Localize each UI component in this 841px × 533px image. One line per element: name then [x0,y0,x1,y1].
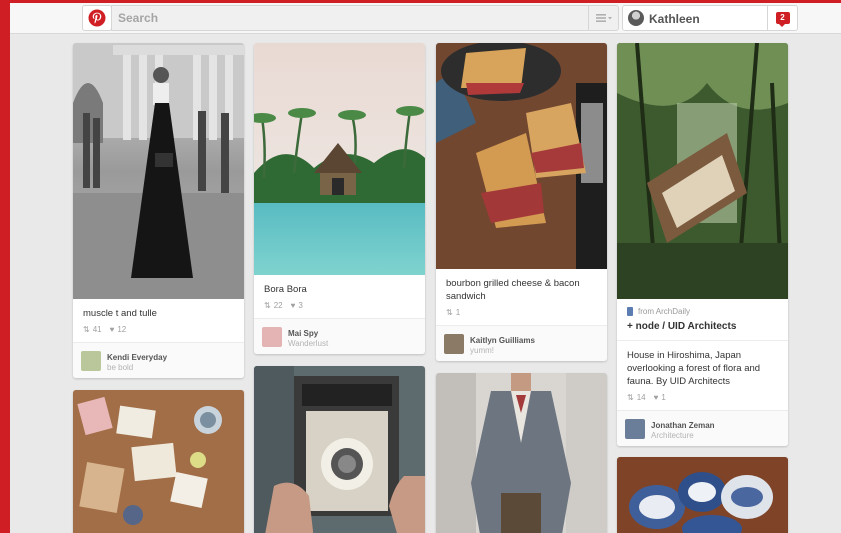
camera-photo [254,366,425,533]
board-name: Architecture [651,431,694,440]
pin-stats: ⇅ 1 [436,305,607,325]
pin-description: muscle t and tulle [83,308,157,319]
notifications-button[interactable]: 2 [767,6,797,30]
avatar [444,334,464,354]
pin-card[interactable] [73,390,244,533]
pinner-name: Kendi Everyday [107,353,168,362]
fashion-photo [73,43,244,299]
pin-image[interactable] [73,390,244,533]
pinner-name: Mai Spy [288,329,319,338]
repin-count: 22 [273,301,283,310]
repin-icon: ⇅ [264,301,271,310]
search-input[interactable] [112,6,572,30]
pin-description: Bora Bora [264,284,307,295]
category-menu-button[interactable] [588,6,618,30]
source-title[interactable]: + node / UID Architects [617,316,788,341]
bowls-photo [617,457,788,533]
repin-count: 41 [92,325,102,334]
board-name: yumm! [470,346,494,355]
pin-image[interactable] [254,43,425,275]
pinner-name: Kaitlyn Guilliams [470,336,535,345]
pin-image[interactable] [436,43,607,269]
pin-description: bourbon grilled cheese & bacon sandwich [446,278,580,302]
window-left-border [0,0,10,533]
pinner-info[interactable]: Jonathan Zeman Architecture [617,410,788,446]
repin-icon: ⇅ [627,393,634,402]
pinner-name: Jonathan Zeman [651,421,715,430]
search-bar [111,5,619,31]
pin-card[interactable]: from ArchDaily + node / UID Architects H… [617,43,788,446]
repin-count: 1 [455,308,461,317]
pin-card[interactable]: Bora Bora ⇅ 22 ♥ 3 Mai Spy Wanderlust [254,43,425,354]
repin-count: 14 [636,393,646,402]
pinterest-logo-icon [88,9,106,27]
profile-name: Kathleen [649,12,700,26]
repin-icon: ⇅ [446,308,453,317]
like-count: 1 [661,393,666,402]
board-name: be bold [107,363,134,372]
pin-card[interactable] [436,373,607,533]
pin-description: House in Hiroshima, Japan overlooking a … [627,350,761,387]
pin-stats: ⇅ 41 ♥ 12 [73,322,244,342]
pin-card[interactable]: muscle t and tulle ⇅ 41 ♥ 12 Kendi Everyda… [73,43,244,378]
heart-icon: ♥ [653,393,659,402]
notification-badge: 2 [775,12,790,27]
pin-image[interactable] [617,43,788,299]
top-bar: Kathleen 2 [10,3,841,34]
pinner-info[interactable]: Mai Spy Wanderlust [254,318,425,354]
pin-source[interactable]: from ArchDaily [617,299,788,316]
beach-photo [254,43,425,275]
repin-icon: ⇅ [83,325,90,334]
board-name: Wanderlust [288,339,329,348]
like-count: 3 [298,301,303,310]
avatar [262,327,282,347]
treehouse-photo [617,43,788,299]
pin-card[interactable]: bourbon grilled cheese & bacon sandwich … [436,43,607,361]
pin-image[interactable] [73,43,244,299]
heart-icon: ♥ [109,325,115,334]
pin-card[interactable] [617,457,788,533]
pin-stats: ⇅ 14 ♥ 1 [617,390,788,410]
pin-image[interactable] [436,373,607,533]
sandwich-photo [436,43,607,269]
avatar [81,351,101,371]
pin-image[interactable] [254,366,425,533]
table-photo [73,390,244,533]
avatar [625,419,645,439]
pinner-info[interactable]: Kaitlyn Guilliams yumm! [436,325,607,361]
profile-button[interactable]: Kathleen 2 [622,5,798,31]
pinterest-logo-button[interactable] [82,5,112,31]
pin-image[interactable] [617,457,788,533]
like-count: 12 [117,325,127,334]
heart-icon: ♥ [290,301,296,310]
avatar [628,10,644,26]
list-menu-icon [595,14,612,22]
blazer-photo [436,373,607,533]
source-icon [627,307,633,316]
pin-stats: ⇅ 22 ♥ 3 [254,298,425,318]
pin-card[interactable] [254,366,425,533]
source-label: from ArchDaily [638,307,691,316]
pinner-info[interactable]: Kendi Everyday be bold [73,342,244,378]
